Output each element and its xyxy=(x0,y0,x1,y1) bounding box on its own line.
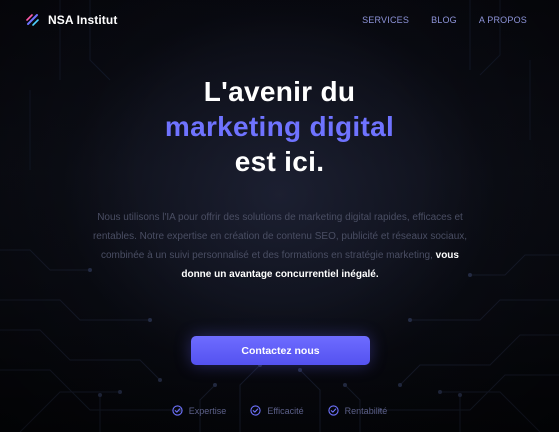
top-navigation-bar: NSA Institut SERVICES BLOG A PROPOS xyxy=(0,0,559,42)
nav-link-blog[interactable]: BLOG xyxy=(431,15,457,25)
landing-page: NSA Institut SERVICES BLOG A PROPOS L'av… xyxy=(0,0,559,432)
hero-title-line-3: est ici. xyxy=(234,146,325,177)
brand-logo-icon xyxy=(26,14,39,26)
hero-title-line-1: L'avenir du xyxy=(203,76,356,107)
feature-label: Rentabilité xyxy=(344,405,388,416)
check-circle-icon xyxy=(328,405,339,416)
nav-link-services[interactable]: SERVICES xyxy=(362,15,409,25)
hero-description-text: Nous utilisons l'IA pour offrir des solu… xyxy=(92,212,468,261)
main-nav: SERVICES BLOG A PROPOS xyxy=(362,15,527,25)
check-circle-icon xyxy=(172,405,183,416)
feature-list: Expertise Efficacité Rentabilité xyxy=(0,405,559,416)
hero-title-line-2-accent: marketing digital xyxy=(164,111,395,142)
feature-item-rentabilite: Rentabilité xyxy=(328,405,388,416)
hero-title: L'avenir du marketing digital est ici. xyxy=(0,74,559,179)
nav-link-a-propos[interactable]: A PROPOS xyxy=(479,15,527,25)
check-circle-icon xyxy=(250,405,261,416)
feature-label: Efficacité xyxy=(267,405,304,416)
contact-button[interactable]: Contactez nous xyxy=(191,336,370,365)
brand-name: NSA Institut xyxy=(48,13,118,27)
hero-description: Nous utilisons l'IA pour offrir des solu… xyxy=(88,208,472,284)
brand-logo-link[interactable]: NSA Institut xyxy=(26,13,117,27)
feature-item-efficacite: Efficacité xyxy=(250,405,304,416)
feature-item-expertise: Expertise xyxy=(172,405,227,416)
feature-label: Expertise xyxy=(188,405,227,416)
